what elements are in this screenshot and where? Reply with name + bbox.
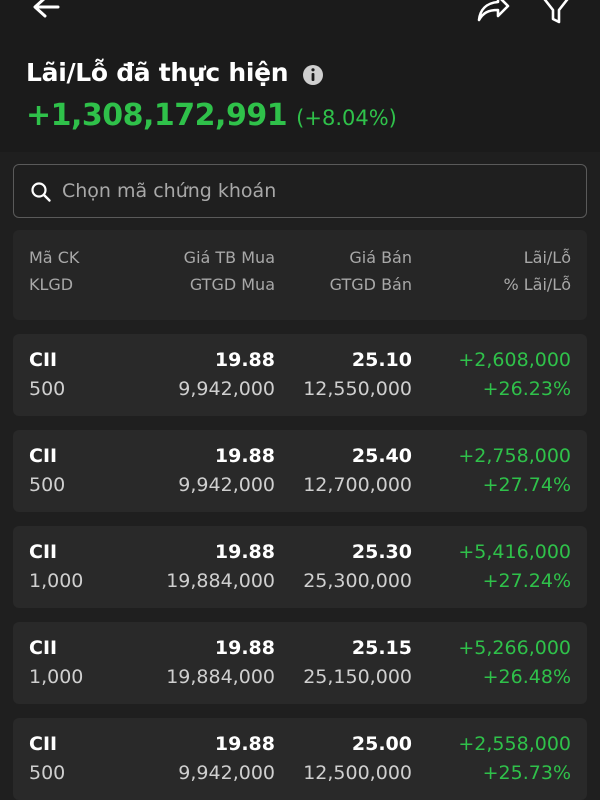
header-pnl: Lãi/Lỗ: [523, 248, 571, 267]
row-avg-buy-price: 19.88: [214, 541, 275, 563]
row-buy-value: 9,942,000: [178, 378, 275, 400]
header-symbol: Mã CK: [29, 248, 80, 267]
row-sell-value: 25,300,000: [303, 570, 412, 592]
row-pnl: +2,758,000: [458, 445, 571, 467]
total-pnl-value: +1,308,172,991: [26, 98, 288, 133]
row-pnl-percent: +27.24%: [482, 570, 571, 592]
row-buy-value: 9,942,000: [178, 762, 275, 784]
total-pnl-percent: (+8.04%): [296, 106, 397, 130]
row-sell-value: 12,500,000: [303, 762, 412, 784]
search-icon: [31, 182, 51, 202]
total-pnl: +1,308,172,991 (+8.04%): [26, 98, 397, 133]
row-pnl-percent: +26.48%: [482, 666, 571, 688]
row-avg-buy-price: 19.88: [214, 733, 275, 755]
row-avg-buy-price: 19.88: [214, 349, 275, 371]
header-pnl-percent: % Lãi/Lỗ: [503, 275, 571, 294]
row-volume: 500: [29, 762, 66, 784]
header-sell-price: Giá Bán: [349, 248, 412, 267]
page-title: Lãi/Lỗ đã thực hiện: [26, 58, 289, 87]
trade-row[interactable]: CII 1,000 19.88 19,884,000 25.15 25,150,…: [13, 622, 587, 704]
trade-row[interactable]: CII 500 19.88 9,942,000 25.00 12,500,000…: [13, 718, 587, 800]
row-pnl: +5,416,000: [458, 541, 571, 563]
row-pnl: +2,608,000: [458, 349, 571, 371]
header-volume: KLGD: [29, 275, 74, 294]
row-avg-buy-price: 19.88: [214, 637, 275, 659]
top-bar: Lãi/Lỗ đã thực hiện +1,308,172,991 (+8.0…: [0, 0, 600, 152]
row-pnl-percent: +25.73%: [482, 762, 571, 784]
trade-row[interactable]: CII 1,000 19.88 19,884,000 25.30 25,300,…: [13, 526, 587, 608]
row-pnl: +2,558,000: [458, 733, 571, 755]
row-sell-value: 12,550,000: [303, 378, 412, 400]
row-sell-price: 25.15: [351, 637, 412, 659]
row-sell-value: 25,150,000: [303, 666, 412, 688]
row-sell-price: 25.30: [351, 541, 412, 563]
row-buy-value: 19,884,000: [166, 666, 275, 688]
row-pnl: +5,266,000: [458, 637, 571, 659]
row-sell-price: 25.00: [351, 733, 412, 755]
table-header: Mã CK KLGD Giá TB Mua GTGD Mua Giá Bán G…: [13, 230, 587, 320]
row-symbol: CII: [29, 445, 58, 467]
row-buy-value: 19,884,000: [166, 570, 275, 592]
header-buy-value: GTGD Mua: [189, 275, 275, 294]
header-avg-buy-price: Giá TB Mua: [183, 248, 275, 267]
row-volume: 500: [29, 474, 66, 496]
row-pnl-percent: +26.23%: [482, 378, 571, 400]
row-symbol: CII: [29, 733, 58, 755]
row-symbol: CII: [29, 349, 58, 371]
filter-icon[interactable]: [538, 0, 574, 28]
row-sell-price: 25.10: [351, 349, 412, 371]
back-arrow-icon[interactable]: [28, 0, 64, 28]
info-icon[interactable]: [302, 64, 324, 86]
row-buy-value: 9,942,000: [178, 474, 275, 496]
row-avg-buy-price: 19.88: [214, 445, 275, 467]
trade-row[interactable]: CII 500 19.88 9,942,000 25.10 12,550,000…: [13, 334, 587, 416]
search-input[interactable]: [62, 165, 562, 216]
header-sell-value: GTGD Bán: [329, 275, 412, 294]
row-volume: 1,000: [29, 666, 84, 688]
trade-row[interactable]: CII 500 19.88 9,942,000 25.40 12,700,000…: [13, 430, 587, 512]
row-sell-value: 12,700,000: [303, 474, 412, 496]
row-volume: 1,000: [29, 570, 84, 592]
row-symbol: CII: [29, 637, 58, 659]
row-symbol: CII: [29, 541, 58, 563]
share-icon[interactable]: [474, 0, 514, 28]
row-sell-price: 25.40: [351, 445, 412, 467]
row-volume: 500: [29, 378, 66, 400]
search-box[interactable]: [13, 164, 587, 218]
row-pnl-percent: +27.74%: [482, 474, 571, 496]
